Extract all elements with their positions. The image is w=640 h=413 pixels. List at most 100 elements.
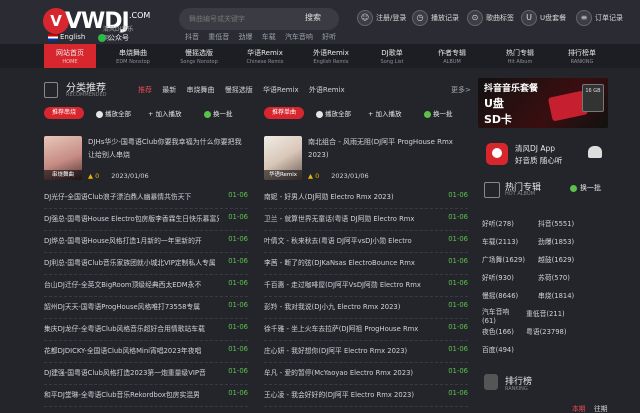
play-history-button[interactable]: ◷ 播放记录 <box>412 10 459 26</box>
tag-item[interactable]: 慢摇(8646) <box>482 290 518 300</box>
tab-past-period[interactable]: 往期 <box>594 403 608 413</box>
tag-item[interactable]: 汽车音响(61) <box>482 308 522 326</box>
tag-item[interactable]: 粤语(23798) <box>526 326 567 336</box>
tag-item[interactable]: 车载(2113) <box>482 236 518 246</box>
list-item[interactable]: 叶倩文 - 秋来秋去(粤语 DJ阿平vsDJ小勋 Electro 01-06 <box>264 230 468 253</box>
hot-word[interactable]: 好听 <box>322 33 336 41</box>
tab-chinese-remix[interactable]: 华语Remix <box>263 86 299 94</box>
list-item[interactable]: DJ光仔-全国语Club浪子漂泊鼎人幽暴情共伤天下 01-06 <box>44 186 248 209</box>
list-item[interactable]: 千百惠 - 走过咖啡屋(DJ阿平VsDJ阿勋 Electro Rmx 01-06 <box>264 274 468 297</box>
hot-word[interactable]: 汽车音响 <box>285 33 313 41</box>
tab-songs-nonstop[interactable]: 慢摇选版 <box>225 86 253 94</box>
song-date: 01-06 <box>228 235 248 243</box>
hot-word[interactable]: 重低音 <box>208 33 229 41</box>
nav-hit-album[interactable]: 热门专辑 Hit Album <box>494 44 546 68</box>
nav-english-remix[interactable]: 外语Remix English Remix <box>302 44 360 68</box>
play-all-button[interactable]: 播放全部 <box>96 108 131 118</box>
nav-album[interactable]: 作者专辑 ALBUM <box>426 44 478 68</box>
list-item[interactable]: 台山DJ迁仔-全英文BigRoom顶级经典西太EDM永不 01-06 <box>44 274 248 297</box>
hot-word[interactable]: 抖音 <box>185 33 199 41</box>
hot-album-refresh[interactable]: 换一批 <box>570 183 601 193</box>
search-button[interactable]: 搜索 <box>305 12 321 23</box>
song-name: 王心凌 - 我会好好的(DJ阿平 Electro Rmx 2023) <box>264 391 414 399</box>
list-item[interactable]: 卫兰 - 就算世界无童话(粤语 DJ阿勋 Electro Rmx 01-06 <box>264 208 468 231</box>
tab-edm-nonstop[interactable]: 串烧舞曲 <box>186 86 214 94</box>
song-name: 南妮 - 好男人(DJ阿勋 Electro Rmx 2023) <box>264 193 394 201</box>
list-item[interactable]: 牟凡 - 爱的暂停(McYaoyao Electro Rmx 2023) 01-0… <box>264 362 468 385</box>
hot-word[interactable]: 车载 <box>262 33 276 41</box>
song-date: 01-06 <box>228 345 248 353</box>
tag-item[interactable]: 串烧(1814) <box>538 290 574 300</box>
tag-item[interactable]: 苏荷(570) <box>538 272 570 282</box>
list-item[interactable]: DJ烨总-国粤语House风格打造1月新的一年里新的开 01-06 <box>44 230 248 253</box>
tag-item[interactable]: 抖音(5551) <box>538 218 574 228</box>
android-icon[interactable] <box>588 146 602 158</box>
login-button[interactable]: ☺ 注册/登录 <box>357 10 406 26</box>
featured-thumbnail: 串烧舞曲 <box>44 136 82 180</box>
app-download[interactable]: 清风DJ App 好音质 随心听 <box>478 140 608 168</box>
tag-item[interactable]: 越鼓(1629) <box>538 254 574 264</box>
list-item[interactable]: DJ利总-国粤语Club音乐家族团就小城北VIP定制私人专属 01-06 <box>44 252 248 275</box>
logo-com: .COM <box>129 11 151 20</box>
usb-package-button[interactable]: U U盘套餐 <box>521 10 566 26</box>
nav-sublabel: EDM Nonstop <box>116 59 150 65</box>
featured-title[interactable]: DJHs华少-国粤语Club你要我幸福为什么你要把我让给别人串烧 <box>88 136 248 162</box>
tag-item[interactable]: 重低音(211) <box>526 308 565 318</box>
featured-item[interactable]: 华语Remix 南北组合 - 风雨无阻(DJ阿平 ProgHouse Rmx 2… <box>264 136 468 186</box>
tag-item[interactable]: 好听(278) <box>482 218 514 228</box>
tab-current-period[interactable]: 本期 <box>572 403 586 413</box>
flag-icon <box>48 33 58 41</box>
tab-latest[interactable]: 最新 <box>162 86 176 94</box>
promo-banner[interactable]: 抖音音乐套餐 U盘 SD卡 16 GB <box>478 78 608 128</box>
refresh-button[interactable]: 换一批 <box>424 108 453 118</box>
list-item[interactable]: 彭羚 - 我对我说(DJ小九 Electro Rmx 2023) 01-06 <box>264 296 468 319</box>
list-item[interactable]: 徐千雅 - 坐上火车去拉萨(DJ阿祖 ProgHouse Rmx 01-06 <box>264 318 468 341</box>
song-tags-button[interactable]: ⊙ 歌曲标签 <box>467 10 514 26</box>
list-item[interactable]: 花都DJDICKY-全国语Club风格Mini宵唱2023年夜唱 01-06 <box>44 340 248 363</box>
list-item[interactable]: 王心凌 - 我会好好的(DJ阿平 Electro Rmx 2023) 01-06 <box>264 384 468 407</box>
hot-word[interactable]: 劲爆 <box>238 33 252 41</box>
nav-edm-nonstop[interactable]: 串烧舞曲 EDM Nonstop <box>104 44 162 68</box>
featured-title[interactable]: 南北组合 - 风雨无阻(DJ阿平 ProgHouse Rmx 2023) <box>308 136 468 162</box>
featured-item[interactable]: 串烧舞曲 DJHs华少-国粤语Club你要我幸福为什么你要把我让给别人串烧 ▲ … <box>44 136 248 186</box>
nav-chinese-remix[interactable]: 华语Remix Chinese Remix <box>236 44 294 68</box>
site-logo[interactable]: V VWDJ .COM 清风DJ音乐网 <box>43 6 150 42</box>
list-item[interactable]: 李茜 - 断了的弦(DJKaNsas ElectroBounce Rmx 01-0… <box>264 252 468 275</box>
recommend-badge: 推荐单曲 <box>264 107 304 119</box>
list-item[interactable]: 庄心妍 - 我好想你(DJ阿平 Electro Rmx 2023) 01-06 <box>264 340 468 363</box>
featured-meta: ▲ 0 2023/01/06 <box>308 172 369 180</box>
song-date: 01-06 <box>228 389 248 397</box>
add-play-button[interactable]: + 加入播放 <box>148 108 181 118</box>
wechat-icon <box>98 34 106 42</box>
tag-item[interactable]: 百度(494) <box>482 344 514 354</box>
list-item[interactable]: 南妮 - 好男人(DJ阿勋 Electro Rmx 2023) 01-06 <box>264 186 468 209</box>
nav-sublabel: Songs Nonstop <box>180 59 218 65</box>
order-history-button[interactable]: ≡ 订单记录 <box>576 10 623 26</box>
nav-label: 网站首页 <box>56 49 84 57</box>
tag-item[interactable]: 广场舞(1629) <box>482 254 525 264</box>
wechat-link[interactable]: 公众号 <box>98 33 129 43</box>
nav-sublabel: Hit Album <box>507 59 533 65</box>
list-item[interactable]: DJ建强-国粤语Club风格打造2023第一炮重量级VIP音 01-06 <box>44 362 248 385</box>
play-all-button[interactable]: 播放全部 <box>316 108 351 118</box>
refresh-label: 换一批 <box>580 184 601 192</box>
nav-songs-nonstop[interactable]: 慢摇选版 Songs Nonstop <box>170 44 228 68</box>
list-item[interactable]: 和平DJ堂琳-全粤语Club音乐Rekordbox包房实混男 01-06 <box>44 384 248 407</box>
tag-item[interactable]: 好听(930) <box>482 272 514 282</box>
tag-item[interactable]: 劲爆(1853) <box>538 236 574 246</box>
tab-english-remix[interactable]: 外语Remix <box>309 86 345 94</box>
search-input[interactable] <box>189 8 299 30</box>
list-item[interactable]: 韶州DJ天天-国粤语ProgHouse风格唯打73558专属 01-06 <box>44 296 248 319</box>
nav-home[interactable]: 网站首页 HOME <box>44 44 96 68</box>
language-switch[interactable]: English <box>48 33 85 41</box>
list-item[interactable]: 集庆DJ龙仔-全粤语Club风格音乐超好合用情歌站车载 01-06 <box>44 318 248 341</box>
more-link[interactable]: 更多> <box>451 85 471 95</box>
add-play-button[interactable]: + 加入播放 <box>368 108 401 118</box>
list-item[interactable]: DJ强总-国粤语House Electro包房版李香霖生日快乐慕富兄 01-06 <box>44 208 248 231</box>
nav-ranking[interactable]: 排行榜单 RANKING <box>556 44 608 68</box>
tab-recommend[interactable]: 推荐 <box>138 86 152 94</box>
tag-item[interactable]: 夜色(166) <box>482 326 514 336</box>
order-icon: ≡ <box>576 10 592 26</box>
refresh-button[interactable]: 换一批 <box>204 108 233 118</box>
nav-song-list[interactable]: DJ歌单 Song List <box>366 44 418 68</box>
